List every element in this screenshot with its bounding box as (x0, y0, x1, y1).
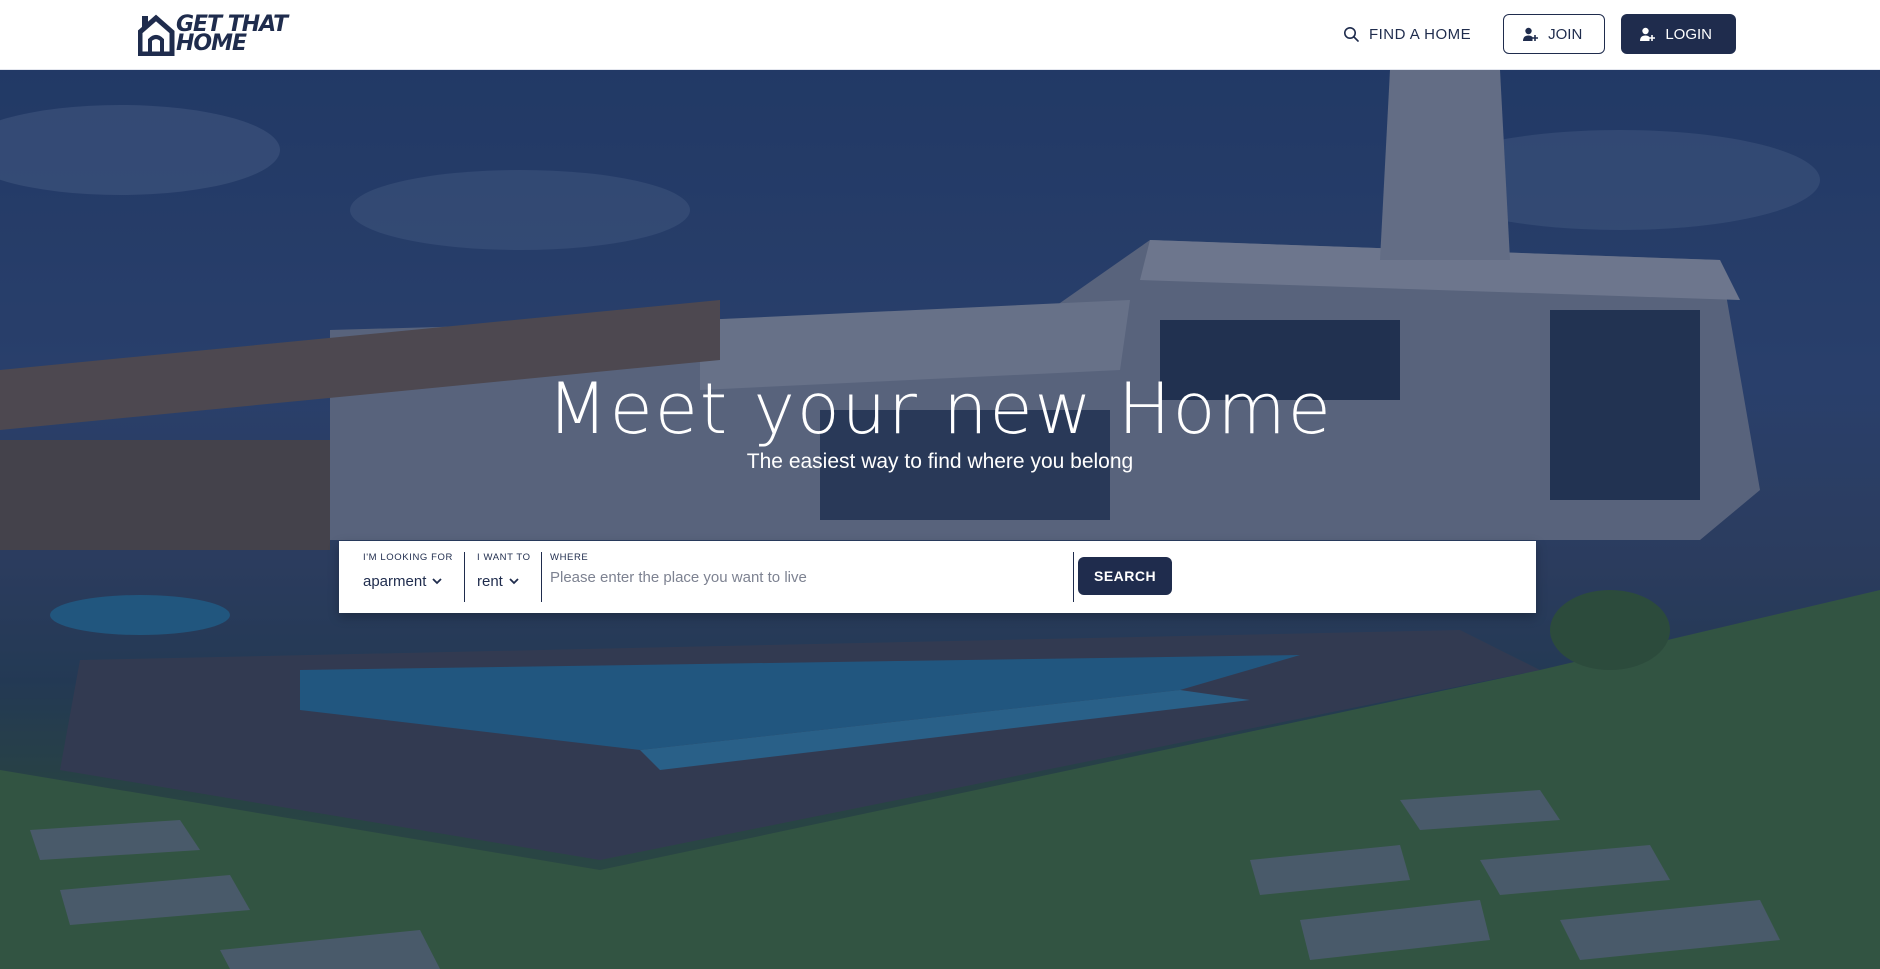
login-label: LOGIN (1665, 25, 1712, 43)
hero-dark-overlay (0, 70, 1880, 969)
brand-line-2: HOME (176, 31, 247, 56)
field-divider (1073, 552, 1074, 602)
chevron-down-icon (509, 578, 519, 585)
user-plus-icon (1640, 27, 1656, 41)
nav-actions: FIND A HOME JOIN LOGIN (1343, 14, 1736, 54)
login-button[interactable]: LOGIN (1621, 14, 1736, 54)
brand-wordmark: GET THAT HOME (176, 14, 288, 56)
search-button[interactable]: SEARCH (1078, 557, 1173, 595)
looking-for-value: aparment (363, 573, 427, 590)
top-navbar: GET THAT HOME FIND A HOME JOIN LOGIN (0, 0, 1880, 70)
want-to-label: I WANT TO (477, 552, 531, 563)
join-label: JOIN (1548, 25, 1583, 43)
hero-title: Meet your new Home (547, 368, 1333, 450)
where-input[interactable] (550, 569, 1050, 586)
looking-for-field[interactable]: I'M LOOKING FOR aparment (339, 552, 464, 602)
hero-subtitle: The easiest way to find where you belong (746, 450, 1134, 473)
looking-for-label: I'M LOOKING FOR (363, 552, 453, 563)
chevron-down-icon (432, 578, 443, 585)
where-label: WHERE (550, 552, 589, 563)
search-icon (1343, 27, 1359, 42)
property-search-bar: I'M LOOKING FOR aparment I WANT TO rent … (339, 541, 1536, 613)
find-home-link[interactable]: FIND A HOME (1343, 26, 1471, 43)
brand-logo[interactable]: GET THAT HOME (138, 12, 288, 56)
want-to-select[interactable]: rent (477, 573, 531, 590)
where-field[interactable]: WHERE (542, 552, 1073, 602)
want-to-field[interactable]: I WANT TO rent (465, 552, 541, 602)
looking-for-select[interactable]: aparment (363, 573, 454, 590)
want-to-value: rent (477, 573, 503, 590)
user-plus-icon (1523, 27, 1539, 41)
find-home-label: FIND A HOME (1368, 25, 1472, 43)
join-button[interactable]: JOIN (1503, 14, 1606, 54)
hero-section: Meet your new Home The easiest way to fi… (0, 70, 1880, 969)
